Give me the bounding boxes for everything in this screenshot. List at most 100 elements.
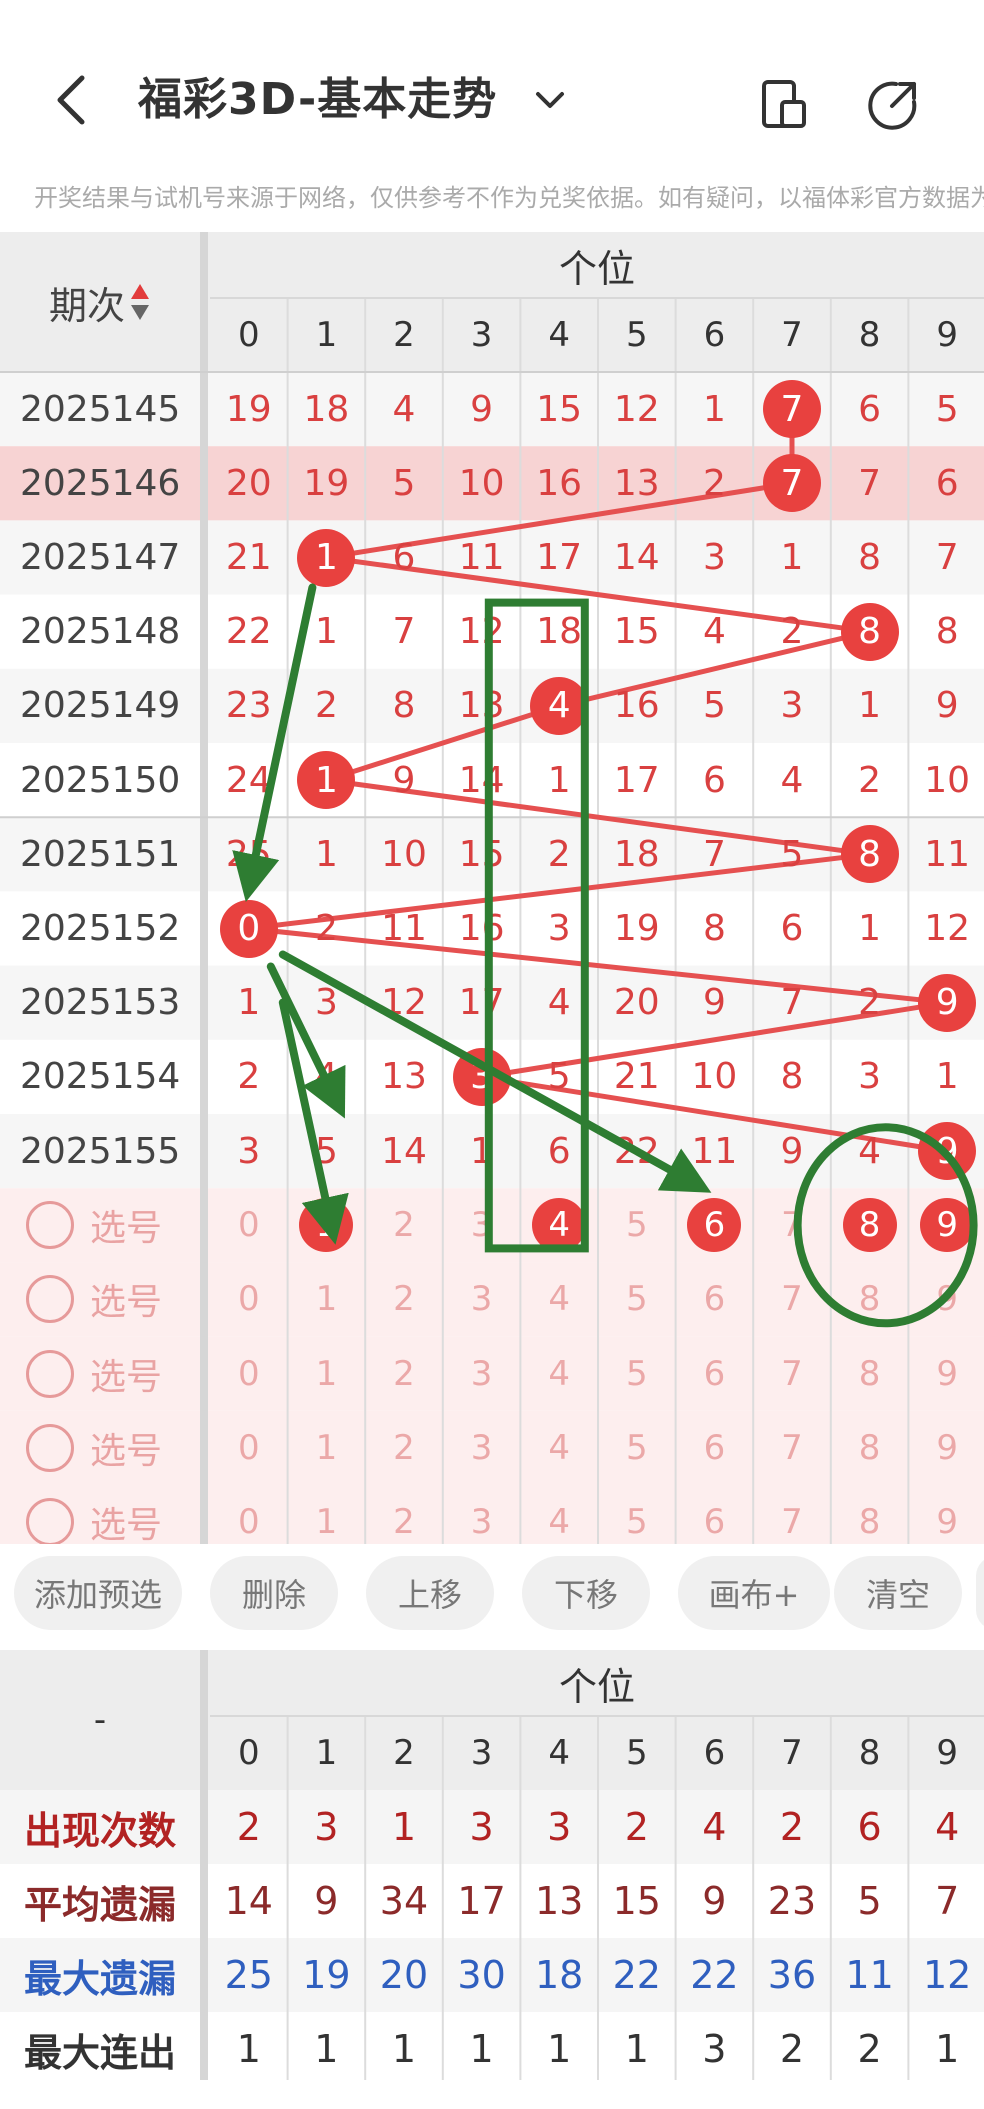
- select-number-cell[interactable]: 3: [443, 1337, 521, 1411]
- omission-cell: 14: [613, 536, 660, 578]
- select-number-cell[interactable]: 6: [676, 1337, 754, 1411]
- select-number-cell[interactable]: 3: [443, 1188, 521, 1262]
- action-button[interactable]: 画布+: [678, 1556, 830, 1630]
- select-radio[interactable]: [26, 1423, 74, 1472]
- select-number-cell[interactable]: 1: [288, 1337, 366, 1411]
- select-number-cell[interactable]: 8: [831, 1485, 909, 1544]
- select-number-cell[interactable]: 0: [210, 1485, 288, 1544]
- omission-cell: 11: [691, 1130, 738, 1172]
- select-radio[interactable]: [26, 1201, 74, 1250]
- select-row-label[interactable]: 选号: [0, 1337, 200, 1411]
- select-number-cell[interactable]: 0: [210, 1411, 288, 1485]
- select-number-cell[interactable]: 9: [908, 1337, 984, 1411]
- stats-digit-header: 3: [470, 1733, 493, 1773]
- select-number-cell[interactable]: 0: [210, 1262, 288, 1336]
- device-icon[interactable]: [756, 76, 812, 132]
- select-number-cell[interactable]: 8: [831, 1262, 909, 1336]
- omission-cell: 4: [547, 982, 571, 1024]
- select-number-cell[interactable]: 2: [365, 1337, 443, 1411]
- action-button[interactable]: 下移: [522, 1556, 650, 1630]
- select-number-cell[interactable]: 7: [753, 1337, 831, 1411]
- omission-cell: 1: [547, 759, 571, 801]
- more-button[interactable]: [976, 1556, 984, 1630]
- select-number-cell[interactable]: 2: [365, 1485, 443, 1544]
- hit-ball: 9: [918, 1122, 977, 1181]
- select-number-cell[interactable]: 8: [831, 1411, 909, 1485]
- omission-cell: 14: [381, 1130, 427, 1172]
- omission-cell: 2: [858, 759, 882, 801]
- stats-value-cell: 18: [535, 1953, 584, 1997]
- select-number-cell[interactable]: 6: [676, 1485, 754, 1544]
- select-number-cell[interactable]: 2: [365, 1262, 443, 1336]
- omission-cell: 16: [458, 907, 505, 949]
- hit-ball: 4: [530, 676, 589, 735]
- select-radio[interactable]: [26, 1275, 74, 1324]
- select-number-cell[interactable]: 7: [753, 1262, 831, 1336]
- select-number-cell[interactable]: 6: [676, 1262, 754, 1336]
- select-number-cell[interactable]: 3: [443, 1411, 521, 1485]
- select-row-label[interactable]: 选号: [0, 1485, 200, 1544]
- select-number-cell[interactable]: 1: [288, 1411, 366, 1485]
- action-button[interactable]: 删除: [210, 1556, 338, 1630]
- omission-cell: 19: [303, 462, 350, 504]
- select-number-cell[interactable]: 5: [598, 1485, 676, 1544]
- select-number-cell[interactable]: 3: [443, 1485, 521, 1544]
- select-number-cell[interactable]: 1: [288, 1485, 366, 1544]
- select-number-cell[interactable]: 4: [520, 1485, 598, 1544]
- omission-cell: 17: [458, 982, 505, 1024]
- select-number-cell[interactable]: 4: [520, 1262, 598, 1336]
- stats-value-cell: 2: [779, 2027, 805, 2071]
- share-icon[interactable]: [866, 76, 922, 132]
- omission-cell: 10: [691, 1056, 738, 1098]
- select-number-cell[interactable]: 7: [753, 1485, 831, 1544]
- action-button[interactable]: 上移: [366, 1556, 494, 1630]
- stats-value-cell: 1: [935, 2027, 960, 2071]
- action-button[interactable]: 添加预选: [14, 1556, 182, 1630]
- select-number-cell[interactable]: 5: [598, 1411, 676, 1485]
- select-number-cell[interactable]: 1: [288, 1262, 366, 1336]
- select-number-cell[interactable]: 7: [753, 1411, 831, 1485]
- select-number-cell[interactable]: 2: [365, 1411, 443, 1485]
- period-label: 2025152: [20, 907, 181, 949]
- select-number-cell[interactable]: 9: [908, 1262, 984, 1336]
- select-number-cell[interactable]: 2: [365, 1188, 443, 1262]
- select-radio[interactable]: [26, 1349, 74, 1398]
- select-row-label[interactable]: 选号: [0, 1411, 200, 1485]
- select-number-cell[interactable]: 9: [908, 1485, 984, 1544]
- select-number-cell[interactable]: 6: [676, 1411, 754, 1485]
- select-number-cell[interactable]: 0: [210, 1188, 288, 1262]
- select-number-cell[interactable]: 0: [210, 1337, 288, 1411]
- period-label: 2025155: [20, 1130, 181, 1172]
- select-radio[interactable]: [26, 1498, 74, 1544]
- select-number-cell[interactable]: 5: [598, 1337, 676, 1411]
- omission-cell: 8: [780, 1056, 804, 1098]
- select-number-cell[interactable]: 4: [520, 1337, 598, 1411]
- omission-cell: 2: [314, 685, 338, 727]
- omission-cell: 18: [536, 611, 583, 653]
- action-button[interactable]: 清空: [834, 1556, 962, 1630]
- select-number-cell[interactable]: 5: [598, 1188, 676, 1262]
- select-number-cell[interactable]: 8: [831, 1337, 909, 1411]
- select-number-cell[interactable]: 5: [598, 1262, 676, 1336]
- stats-digit-header: 7: [781, 1733, 803, 1773]
- picked-number-ball[interactable]: 8: [842, 1198, 897, 1253]
- omission-cell: 2: [780, 611, 804, 653]
- chevron-down-icon[interactable]: [530, 80, 570, 120]
- select-number-cell[interactable]: 9: [908, 1411, 984, 1485]
- back-button[interactable]: [50, 70, 94, 130]
- page-title[interactable]: 福彩3D-基本走势: [138, 70, 497, 130]
- select-number-cell[interactable]: 7: [753, 1188, 831, 1262]
- omission-cell: 10: [458, 462, 505, 504]
- select-row-label[interactable]: 选号: [0, 1262, 200, 1336]
- stats-value-cell: 2: [779, 1805, 805, 1849]
- stats-value-cell: 13: [535, 1879, 584, 1923]
- omission-cell: 24: [225, 759, 272, 801]
- omission-cell: 9: [470, 388, 494, 430]
- select-number-cell[interactable]: 4: [520, 1411, 598, 1485]
- select-number-cell[interactable]: 3: [443, 1262, 521, 1336]
- omission-cell: 4: [314, 1056, 338, 1098]
- omission-cell: 7: [702, 833, 726, 875]
- period-column-header[interactable]: 期次: [0, 232, 200, 372]
- select-row-label[interactable]: 选号: [0, 1188, 200, 1262]
- stats-corner-label: -: [93, 1700, 107, 1740]
